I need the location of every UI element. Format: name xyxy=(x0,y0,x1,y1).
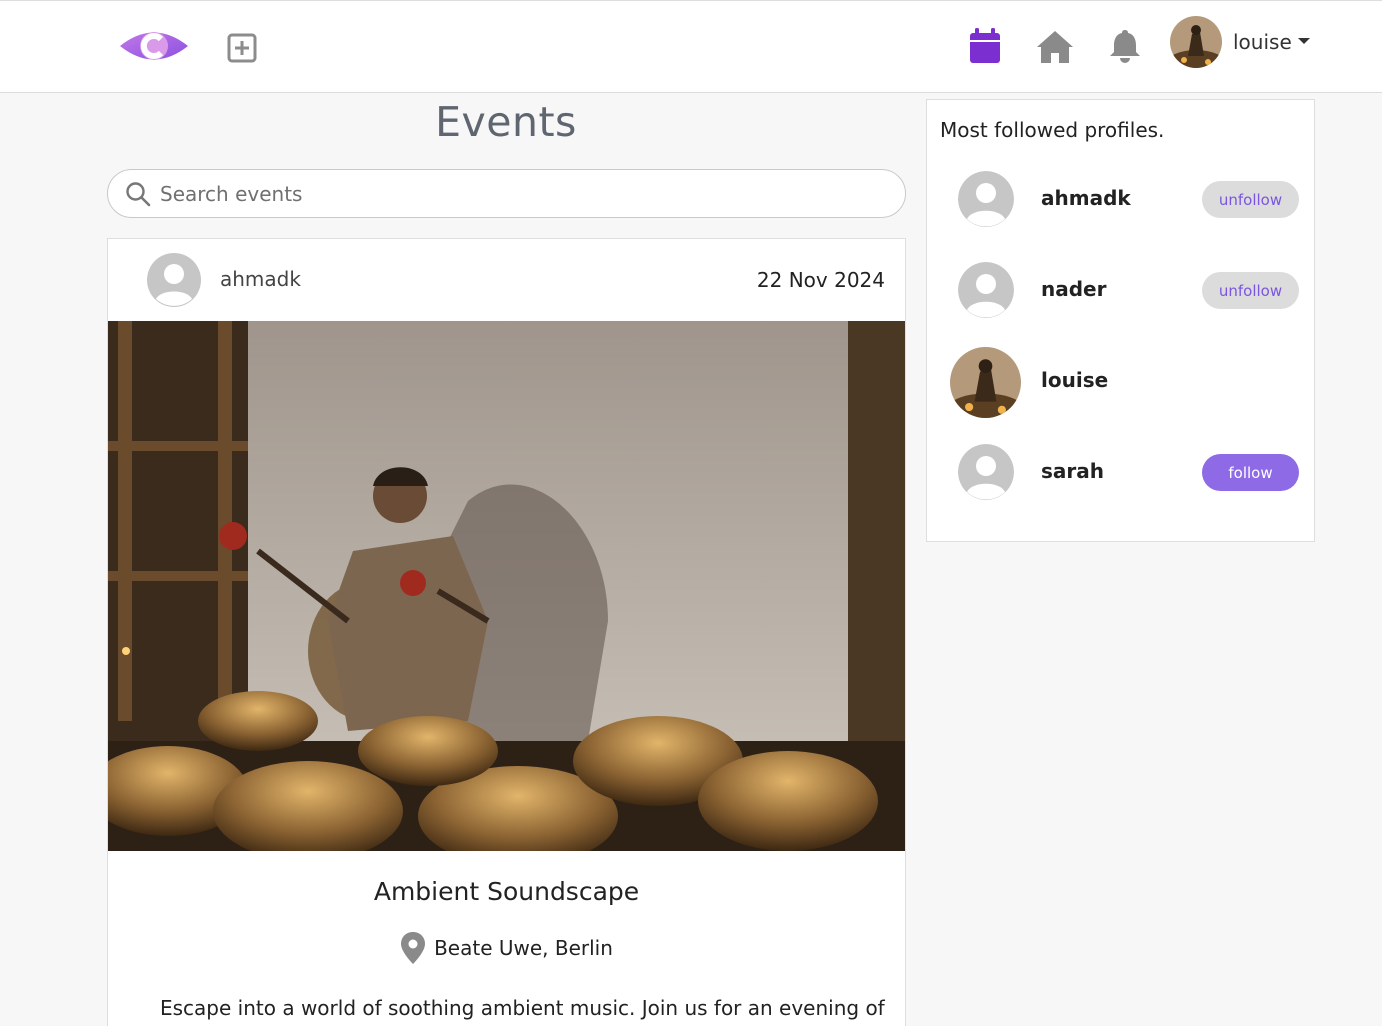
profile-name[interactable]: sarah xyxy=(1041,459,1104,483)
event-card-header: ahmadk 22 Nov 2024 xyxy=(108,239,905,321)
profile-name[interactable]: nader xyxy=(1041,277,1106,301)
page-title: Events xyxy=(435,98,577,146)
search-icon xyxy=(126,181,151,206)
profile-avatar[interactable] xyxy=(958,262,1014,318)
event-author[interactable]: ahmadk xyxy=(220,267,301,291)
profile-name[interactable]: louise xyxy=(1041,368,1108,392)
most-followed-profiles-panel: Most followed profiles. ahmadk unfollow … xyxy=(926,99,1315,542)
profile-avatar[interactable] xyxy=(950,347,1021,418)
logo-icon[interactable] xyxy=(118,25,190,67)
add-post-icon[interactable] xyxy=(226,32,258,64)
profile-row: ahmadk unfollow xyxy=(927,159,1314,239)
event-location-text: Beate Uwe, Berlin xyxy=(434,936,613,960)
event-image[interactable] xyxy=(108,321,905,851)
caret-down-icon xyxy=(1297,38,1310,44)
user-name: louise xyxy=(1233,30,1292,54)
profile-name[interactable]: ahmadk xyxy=(1041,186,1131,210)
follow-button[interactable]: follow xyxy=(1202,454,1299,491)
bell-icon[interactable] xyxy=(1108,28,1142,64)
location-pin-icon xyxy=(401,932,426,964)
search-bar xyxy=(107,169,906,218)
calendar-icon[interactable] xyxy=(968,28,1002,64)
unfollow-button[interactable]: unfollow xyxy=(1202,181,1299,218)
author-avatar[interactable] xyxy=(147,253,201,307)
event-date: 22 Nov 2024 xyxy=(756,268,885,292)
profile-row: louise xyxy=(927,341,1314,421)
event-title: Ambient Soundscape xyxy=(373,877,640,906)
profile-menu-toggle[interactable]: louise xyxy=(1170,15,1310,69)
home-icon[interactable] xyxy=(1035,29,1075,65)
user-avatar xyxy=(1170,16,1222,68)
profile-row: nader unfollow xyxy=(927,250,1314,330)
navbar: louise xyxy=(0,0,1382,93)
unfollow-button[interactable]: unfollow xyxy=(1202,272,1299,309)
profile-row: sarah follow xyxy=(927,432,1314,512)
profile-avatar[interactable] xyxy=(958,444,1014,500)
search-input[interactable] xyxy=(160,181,880,206)
panel-title: Most followed profiles. xyxy=(940,118,1165,142)
profile-avatar[interactable] xyxy=(958,171,1014,227)
event-card: ahmadk 22 Nov 2024 Ambient Soundscape Be… xyxy=(107,238,906,1026)
event-description: Escape into a world of soothing ambient … xyxy=(160,996,885,1020)
event-location: Beate Uwe, Berlin xyxy=(108,931,905,965)
